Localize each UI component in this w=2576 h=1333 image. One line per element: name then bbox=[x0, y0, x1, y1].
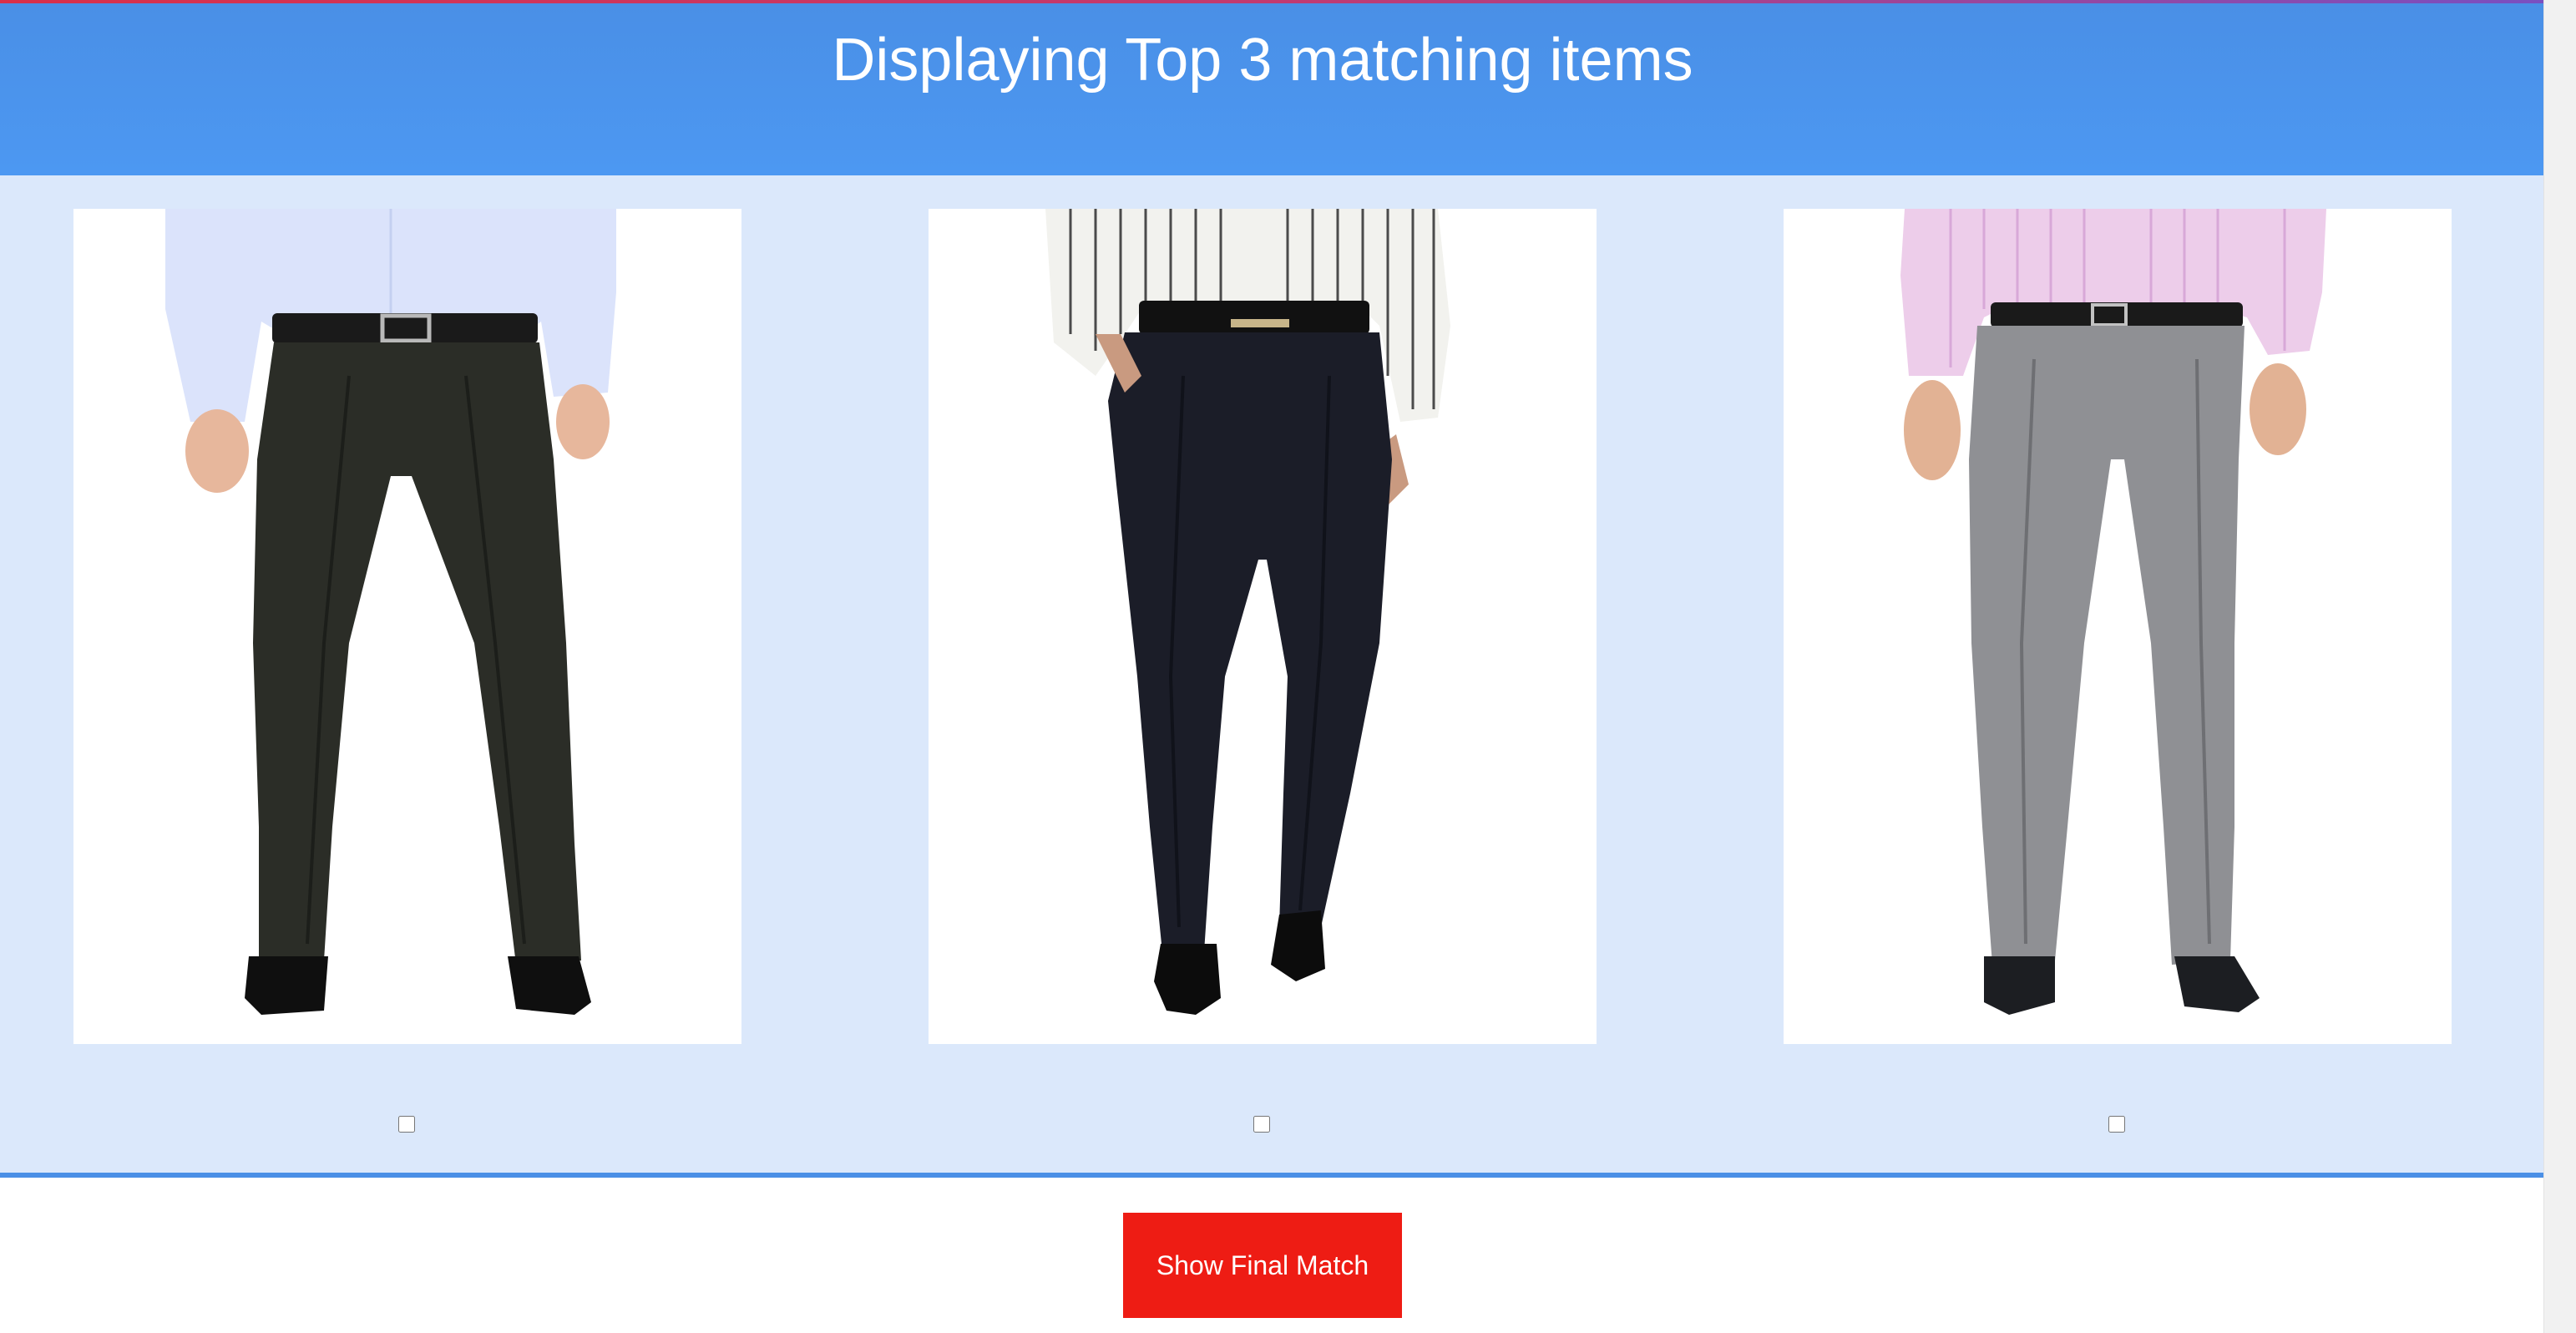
item-card-1[interactable] bbox=[73, 209, 741, 1044]
page-header: Displaying Top 3 matching items bbox=[0, 3, 2544, 175]
show-final-match-button[interactable]: Show Final Match bbox=[1123, 1213, 1402, 1318]
product-image-3[interactable] bbox=[1784, 209, 2452, 1044]
page: Displaying Top 3 matching items Show Fin… bbox=[0, 0, 2576, 1333]
select-item-1-checkbox[interactable] bbox=[398, 1116, 415, 1133]
item-card-3[interactable] bbox=[1784, 209, 2452, 1044]
page-scrollbar[interactable] bbox=[2543, 0, 2576, 1333]
product-image-2[interactable] bbox=[929, 209, 1597, 1044]
product-image-1[interactable] bbox=[73, 209, 741, 1044]
item-card-2[interactable] bbox=[929, 209, 1597, 1044]
page-title: Displaying Top 3 matching items bbox=[832, 27, 1693, 94]
matching-items-gallery bbox=[0, 175, 2544, 1178]
select-item-2-checkbox[interactable] bbox=[1253, 1116, 1270, 1133]
select-item-3-checkbox[interactable] bbox=[2108, 1116, 2125, 1133]
